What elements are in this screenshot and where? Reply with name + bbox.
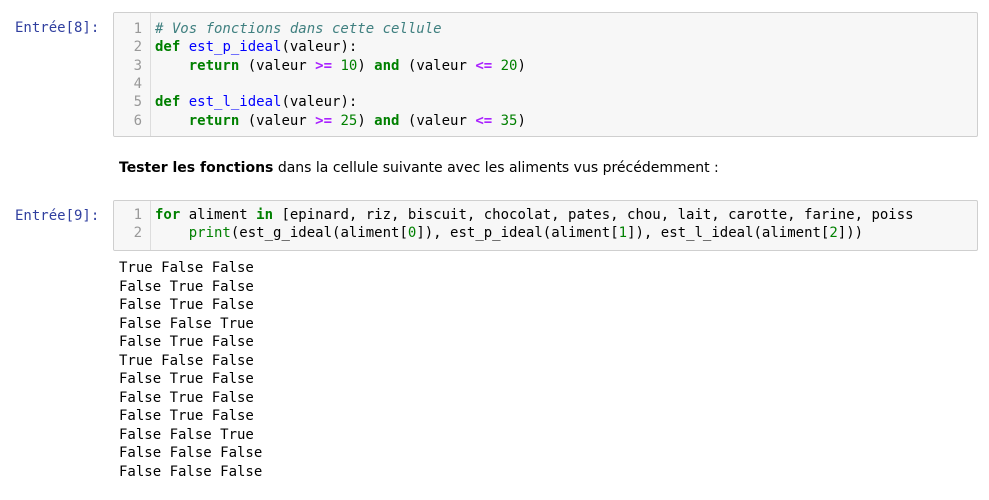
- code-token: (valeur: [399, 57, 476, 74]
- code-token: aliment: [180, 207, 257, 223]
- output-line: False True False: [119, 408, 254, 424]
- code-line[interactable]: def est_p_ideal(valeur):: [155, 38, 977, 56]
- code-line[interactable]: def est_l_ideal(valeur):: [155, 93, 977, 111]
- markdown-text: Tester les fonctions dans la cellule sui…: [119, 160, 719, 176]
- code-cell-9[interactable]: 1 for aliment in [epinard, riz, biscuit, …: [113, 200, 978, 251]
- code-line[interactable]: for aliment in [epinard, riz, biscuit, c…: [155, 206, 977, 224]
- code-token: (valeur: [239, 112, 316, 129]
- code-token: >=: [315, 112, 333, 129]
- code-token: est_l_ideal: [188, 94, 282, 111]
- code-token: return: [188, 112, 240, 129]
- line-number: 5: [133, 94, 142, 111]
- markdown-bold: Tester les fonctions: [119, 160, 274, 176]
- code-token: (valeur):: [281, 39, 358, 56]
- code-token: 35: [500, 112, 518, 129]
- code-line[interactable]: return (valeur >= 25) and (valeur <= 35): [155, 112, 977, 130]
- code-token: (valeur: [399, 112, 476, 129]
- line-number: 1: [133, 207, 142, 223]
- output-line: False False True: [119, 315, 254, 332]
- code-line[interactable]: # Vos fonctions dans cette cellule: [155, 20, 977, 38]
- output-line: True False False: [119, 352, 254, 369]
- code-token: 25: [340, 112, 358, 129]
- code-token: ): [517, 57, 526, 74]
- code-token: def: [155, 39, 181, 56]
- cell-prompt-9: Entrée[9]:: [15, 208, 100, 224]
- code-token: <=: [475, 112, 493, 129]
- output-line: False False False: [119, 463, 263, 480]
- line-number: 4: [133, 75, 142, 92]
- output-line: False True False: [119, 371, 254, 387]
- code-line[interactable]: return (valeur >= 10) and (valeur <= 20): [155, 57, 977, 75]
- code-token: print: [188, 225, 231, 242]
- code-token: 2: [829, 225, 838, 242]
- code-token: 20: [500, 57, 518, 74]
- code-token: and: [374, 112, 400, 129]
- code-token: <=: [475, 57, 493, 74]
- code-token: ])): [837, 225, 864, 242]
- code-token: ): [357, 57, 375, 74]
- code-line[interactable]: print(est_g_ideal(aliment[0]), est_p_ide…: [155, 224, 977, 242]
- markdown-rest: dans la cellule suivante avec les alimen…: [273, 160, 719, 176]
- code-token: 10: [340, 57, 358, 74]
- output-line: False False True: [119, 426, 254, 443]
- code-token: ): [357, 112, 375, 129]
- cell-prompt-8: Entrée[8]:: [15, 20, 100, 36]
- line-number: 6: [133, 112, 142, 129]
- code-token: (valeur):: [281, 94, 358, 111]
- code-token: >=: [315, 57, 333, 74]
- output-line: False False False: [119, 445, 263, 461]
- cell-output: True False False False True False False Tr…: [119, 259, 262, 481]
- code-token: (est_g_ideal(aliment[: [230, 225, 408, 242]
- code-token: est_p_ideal: [188, 39, 282, 56]
- line-number: 1: [133, 21, 142, 37]
- output-line: True False False: [119, 260, 254, 276]
- output-line: False True False: [119, 278, 254, 295]
- code-line[interactable]: [155, 75, 977, 93]
- code-token: in: [256, 207, 274, 223]
- output-line: False True False: [119, 334, 254, 350]
- code-token: for: [155, 207, 181, 223]
- code-token: # Vos fonctions dans cette cellule: [155, 21, 442, 37]
- line-number: 2: [133, 225, 142, 242]
- output-line: False True False: [119, 389, 254, 406]
- code-token: ]), est_l_ideal(aliment[: [627, 225, 830, 242]
- line-number: 2: [133, 39, 142, 56]
- line-number: 3: [133, 57, 142, 74]
- code-token: [epinard, riz, biscuit, chocolat, pates,…: [273, 207, 914, 223]
- code-token: def: [155, 94, 181, 111]
- code-token: (valeur: [239, 57, 316, 74]
- code-cell-8[interactable]: 1 # Vos fonctions dans cette cellule 2 def …: [113, 12, 978, 137]
- code-token: 1: [618, 225, 628, 242]
- code-token: ]), est_p_ideal(aliment[: [416, 225, 619, 242]
- code-token: and: [374, 57, 400, 74]
- code-token: return: [188, 57, 240, 74]
- output-line: False True False: [119, 297, 254, 313]
- code-token: ): [517, 112, 526, 129]
